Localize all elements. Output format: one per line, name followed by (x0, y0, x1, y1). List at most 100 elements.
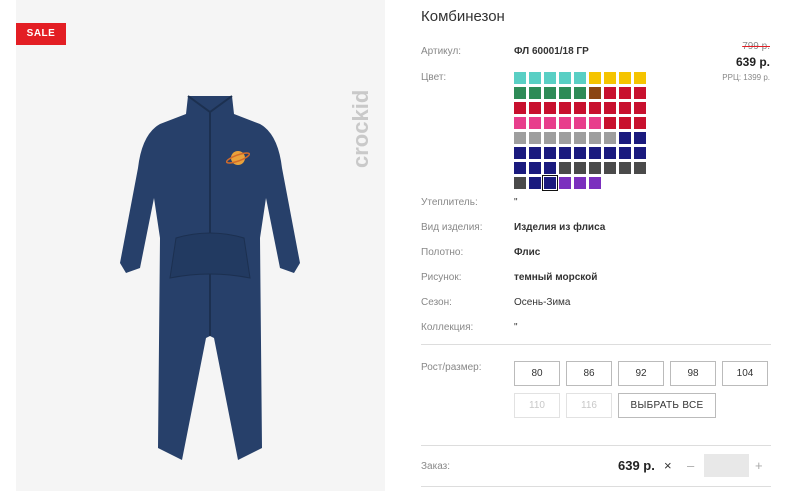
color-swatch[interactable] (529, 162, 541, 174)
color-swatch[interactable] (559, 102, 571, 114)
color-swatch[interactable] (544, 102, 556, 114)
color-swatch[interactable] (529, 117, 541, 129)
collection-label: Коллекция: (421, 322, 474, 333)
sale-badge: SALE (16, 23, 66, 45)
divider (421, 486, 771, 487)
color-swatch[interactable] (604, 102, 616, 114)
color-swatch[interactable] (514, 87, 526, 99)
color-swatch[interactable] (544, 147, 556, 159)
color-swatch[interactable] (589, 102, 601, 114)
size-option-86[interactable]: 86 (566, 361, 612, 386)
color-swatch[interactable] (559, 162, 571, 174)
color-swatch[interactable] (529, 177, 541, 189)
color-swatch[interactable] (589, 132, 601, 144)
color-swatch[interactable] (574, 117, 586, 129)
color-swatch[interactable] (574, 132, 586, 144)
color-swatch[interactable] (559, 147, 571, 159)
color-swatch[interactable] (574, 177, 586, 189)
color-swatch[interactable] (589, 147, 601, 159)
color-swatch[interactable] (604, 147, 616, 159)
color-swatch[interactable] (604, 72, 616, 84)
color-swatch-grid (514, 72, 646, 191)
color-swatch[interactable] (529, 132, 541, 144)
color-swatch[interactable] (574, 87, 586, 99)
color-swatch[interactable] (529, 147, 541, 159)
current-price: 639 р. (735, 55, 770, 69)
color-swatch[interactable] (634, 87, 646, 99)
color-swatch[interactable] (559, 72, 571, 84)
color-swatch[interactable] (529, 102, 541, 114)
color-swatch[interactable] (634, 72, 646, 84)
color-swatch[interactable] (634, 162, 646, 174)
brand-logo: crockid (348, 90, 373, 168)
color-swatch[interactable] (619, 147, 631, 159)
pattern-label: Рисунок: (421, 272, 462, 283)
order-price: 639 р. (618, 458, 655, 473)
color-swatch[interactable] (604, 132, 616, 144)
color-swatch[interactable] (634, 147, 646, 159)
fabric-label: Полотно: (421, 247, 464, 258)
color-swatch[interactable] (514, 117, 526, 129)
color-swatch[interactable] (619, 72, 631, 84)
season-label: Сезон: (421, 297, 452, 308)
item-type-value: Изделия из флиса (514, 222, 606, 233)
color-swatch[interactable] (559, 177, 571, 189)
color-swatch[interactable] (559, 87, 571, 99)
color-swatch[interactable] (544, 72, 556, 84)
color-swatch[interactable] (634, 117, 646, 129)
color-swatch[interactable] (514, 162, 526, 174)
pattern-value: темный морской (514, 272, 598, 283)
remove-icon[interactable]: × (664, 458, 672, 473)
collection-value: " (514, 322, 518, 333)
quantity-input[interactable] (704, 454, 749, 477)
color-swatch[interactable] (589, 177, 601, 189)
color-swatch[interactable] (529, 87, 541, 99)
color-swatch[interactable] (589, 117, 601, 129)
color-swatch[interactable] (619, 117, 631, 129)
color-swatch[interactable] (604, 162, 616, 174)
color-swatch[interactable] (514, 72, 526, 84)
color-swatch[interactable] (589, 162, 601, 174)
color-swatch[interactable] (574, 72, 586, 84)
insulation-label: Утеплитель: (421, 197, 478, 208)
color-swatch[interactable] (514, 102, 526, 114)
color-swatch[interactable] (544, 132, 556, 144)
color-swatch[interactable] (619, 102, 631, 114)
color-swatch[interactable] (574, 102, 586, 114)
color-swatch[interactable] (604, 87, 616, 99)
size-option-92[interactable]: 92 (618, 361, 664, 386)
color-swatch[interactable] (619, 132, 631, 144)
color-swatch[interactable] (619, 87, 631, 99)
color-swatch[interactable] (574, 162, 586, 174)
color-swatch[interactable] (634, 102, 646, 114)
color-swatch[interactable] (604, 117, 616, 129)
color-swatch[interactable] (514, 147, 526, 159)
size-label: Рост/размер: (421, 362, 482, 373)
decrease-quantity-button[interactable]: – (687, 458, 694, 473)
svg-text:crockid: crockid (348, 90, 373, 168)
color-swatch[interactable] (544, 162, 556, 174)
product-photo[interactable]: SALE crockid (16, 0, 385, 491)
color-swatch[interactable] (514, 132, 526, 144)
color-swatch[interactable] (574, 147, 586, 159)
color-swatch[interactable] (529, 72, 541, 84)
color-swatch[interactable] (589, 72, 601, 84)
color-swatch[interactable] (559, 132, 571, 144)
size-option-80[interactable]: 80 (514, 361, 560, 386)
color-swatch[interactable] (544, 87, 556, 99)
color-swatch[interactable] (559, 117, 571, 129)
increase-quantity-button[interactable]: + (755, 458, 763, 473)
select-all-sizes-button[interactable]: ВЫБРАТЬ ВСЕ (618, 393, 716, 418)
color-swatch[interactable] (514, 177, 526, 189)
size-options: 80 86 92 98 104 110 116 ВЫБРАТЬ ВСЕ (514, 361, 768, 418)
color-swatch[interactable] (542, 175, 558, 191)
jumpsuit-image (120, 95, 300, 460)
size-option-98[interactable]: 98 (670, 361, 716, 386)
color-swatch[interactable] (619, 162, 631, 174)
color-swatch[interactable] (634, 132, 646, 144)
rrp-price: РРЦ: 1399 р. (722, 73, 770, 82)
color-swatch[interactable] (589, 87, 601, 99)
size-option-104[interactable]: 104 (722, 361, 768, 386)
old-price: 799 р. (742, 41, 770, 52)
color-swatch[interactable] (544, 117, 556, 129)
